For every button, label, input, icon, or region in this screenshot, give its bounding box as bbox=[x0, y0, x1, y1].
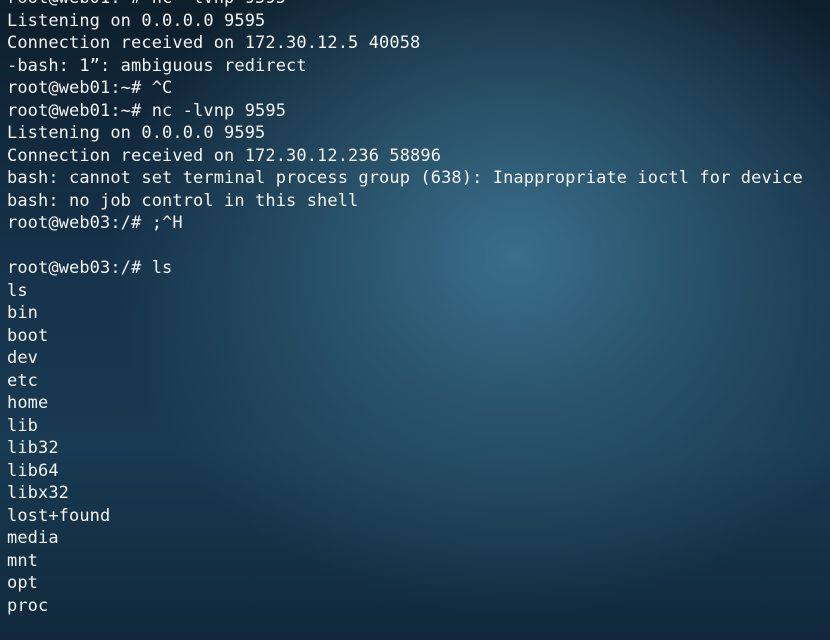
terminal-line: bin bbox=[7, 303, 39, 323]
terminal-line: root@web01:~# nc -lvnp 9595 bbox=[7, 0, 830, 10]
terminal-line: Listening on 0.0.0.0 9595 bbox=[7, 123, 266, 143]
terminal-line: root@web03:/# ;^H bbox=[7, 213, 183, 233]
terminal-line: Connection received on 172.30.12.5 40058 bbox=[7, 33, 421, 53]
terminal-line: Connection received on 172.30.12.236 588… bbox=[7, 145, 442, 166]
terminal-line: lost+found bbox=[7, 505, 111, 526]
terminal-line: lib64 bbox=[7, 460, 59, 481]
terminal-line: root@web01:~# ^C bbox=[7, 78, 173, 98]
terminal-line: lib bbox=[7, 415, 39, 436]
terminal-line: media bbox=[7, 528, 59, 548]
terminal-line: lib32 bbox=[7, 438, 59, 458]
terminal-window[interactable]: root@web01:~# nc -lvnp 9595 Listening on… bbox=[0, 0, 830, 640]
terminal-line: Listening on 0.0.0.0 9595 bbox=[7, 10, 266, 31]
terminal-line: mnt bbox=[7, 550, 39, 571]
terminal-line: opt bbox=[7, 573, 39, 593]
terminal-line: bash: no job control in this shell bbox=[7, 190, 359, 211]
terminal-output: root@web01:~# nc -lvnp 9595 Listening on… bbox=[7, 0, 830, 617]
terminal-line: root@web03:/# ls bbox=[7, 258, 173, 278]
terminal-line: home bbox=[7, 393, 49, 413]
terminal-line: boot bbox=[7, 325, 49, 346]
terminal-line: root@web01:~# nc -lvnp 9595 bbox=[7, 100, 287, 121]
terminal-line: ls bbox=[7, 280, 28, 301]
terminal-line: bash: cannot set terminal process group … bbox=[7, 168, 803, 188]
terminal-line: dev bbox=[7, 348, 39, 368]
terminal-line: etc bbox=[7, 370, 39, 391]
terminal-line: libx32 bbox=[7, 483, 70, 503]
terminal-line: proc bbox=[7, 595, 49, 616]
terminal-line: -bash: 1”: ambiguous redirect bbox=[7, 55, 307, 76]
